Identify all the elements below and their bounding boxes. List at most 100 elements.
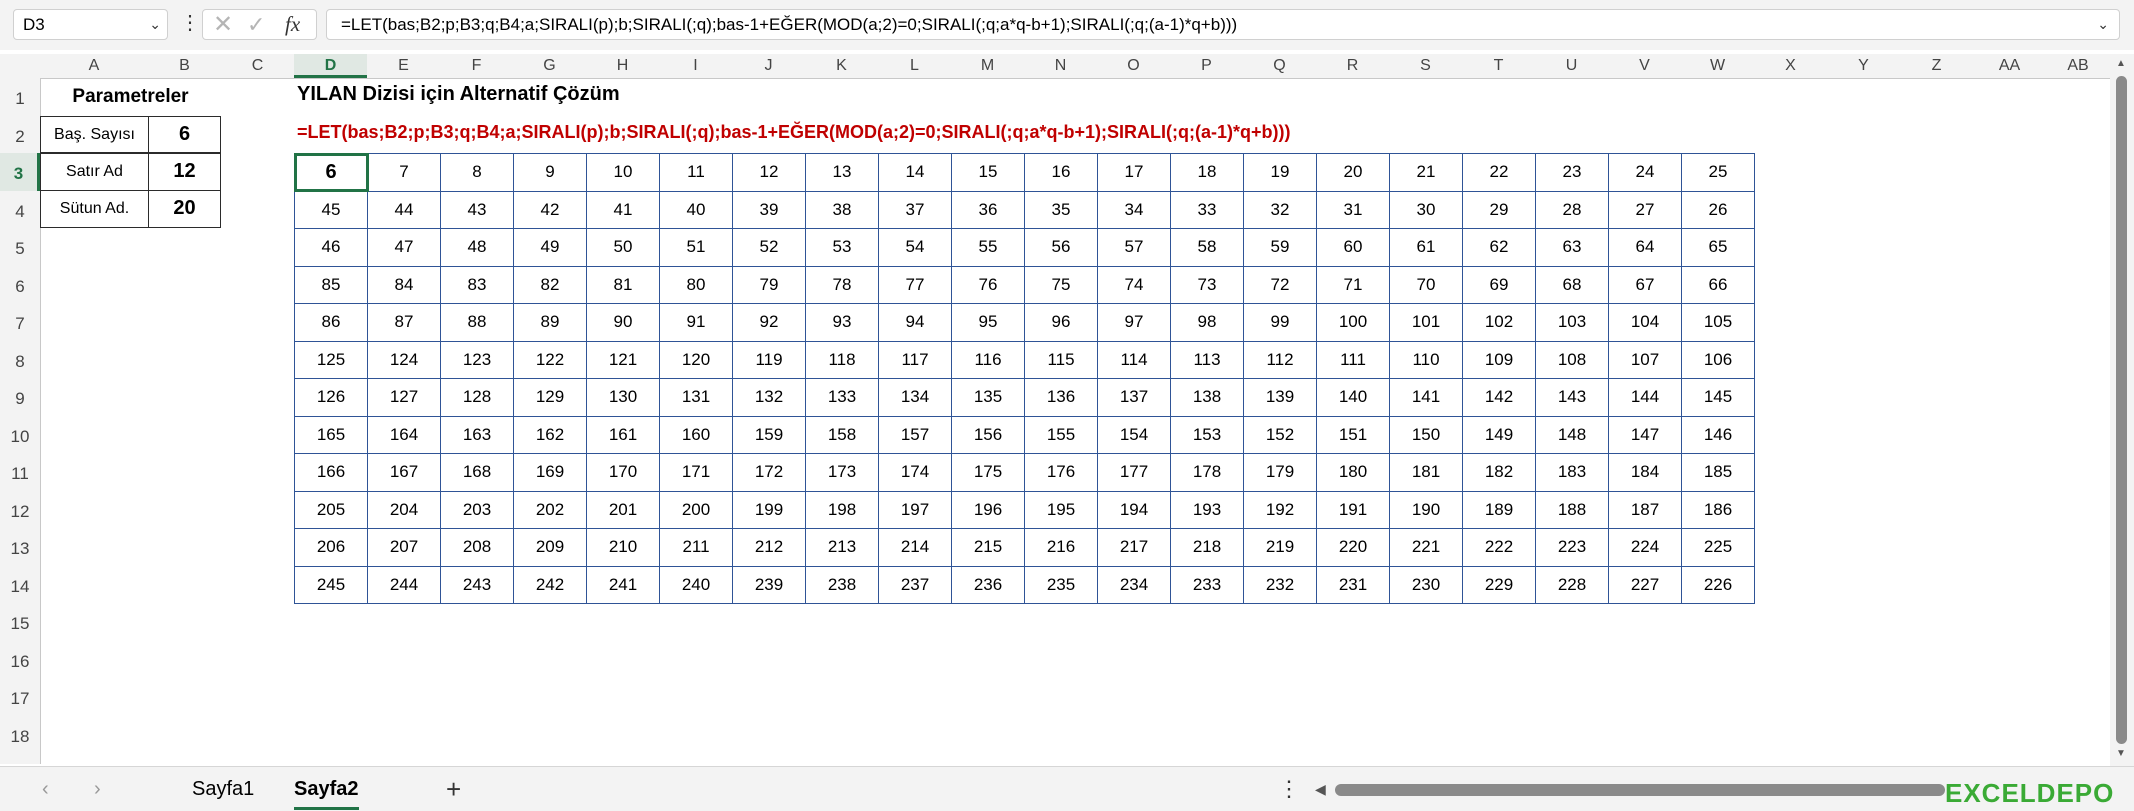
- grid-cell[interactable]: 175: [951, 453, 1025, 492]
- grid-cell[interactable]: 228: [1535, 565, 1609, 604]
- grid-cell[interactable]: 101: [1389, 303, 1463, 342]
- formula-input[interactable]: =LET(bas;B2;p;B3;q;B4;a;SIRALI(p);b;SIRA…: [326, 9, 2120, 40]
- grid-cell[interactable]: 57: [1097, 228, 1171, 267]
- row-header-18[interactable]: 18: [0, 716, 40, 754]
- grid-cell[interactable]: 204: [367, 490, 441, 529]
- column-header-q[interactable]: Q: [1243, 54, 1316, 78]
- column-header-a[interactable]: A: [40, 54, 148, 78]
- grid-cell[interactable]: 165: [294, 415, 368, 454]
- grid-cell[interactable]: 177: [1097, 453, 1171, 492]
- name-box[interactable]: D3 ⌄: [13, 9, 168, 40]
- grid-cell[interactable]: 131: [659, 378, 733, 417]
- grid-cell[interactable]: 176: [1024, 453, 1098, 492]
- column-header-u[interactable]: U: [1535, 54, 1608, 78]
- grid-cell[interactable]: 75: [1024, 265, 1098, 304]
- grid-cell[interactable]: 45: [294, 190, 368, 229]
- grid-cell[interactable]: 62: [1462, 228, 1536, 267]
- grid-cell[interactable]: 184: [1608, 453, 1682, 492]
- grid-cell[interactable]: 64: [1608, 228, 1682, 267]
- grid-cell[interactable]: 39: [732, 190, 806, 229]
- grid-cell[interactable]: 192: [1243, 490, 1317, 529]
- grid-cell[interactable]: 80: [659, 265, 733, 304]
- column-header-g[interactable]: G: [513, 54, 586, 78]
- grid-cell[interactable]: 236: [951, 565, 1025, 604]
- grid-cell[interactable]: 14: [878, 153, 952, 192]
- column-header-h[interactable]: H: [586, 54, 659, 78]
- grid-cell[interactable]: 206: [294, 528, 368, 567]
- param-label-rows[interactable]: Satır Ad: [40, 152, 149, 191]
- grid-cell[interactable]: 110: [1389, 340, 1463, 379]
- grid-cell[interactable]: 230: [1389, 565, 1463, 604]
- grid-cell[interactable]: 215: [951, 528, 1025, 567]
- grid-cell[interactable]: 55: [951, 228, 1025, 267]
- tab-prev-icon[interactable]: ‹: [42, 767, 49, 811]
- tab-sayfa1[interactable]: Sayfa1: [192, 767, 254, 811]
- grid-cell[interactable]: 111: [1316, 340, 1390, 379]
- column-header-b[interactable]: B: [148, 54, 221, 78]
- row-header-3[interactable]: 3: [0, 153, 40, 191]
- grid-cell[interactable]: 207: [367, 528, 441, 567]
- vertical-scroll-thumb[interactable]: [2116, 76, 2127, 744]
- grid-cell[interactable]: 179: [1243, 453, 1317, 492]
- grid-cell[interactable]: 232: [1243, 565, 1317, 604]
- grid-cell[interactable]: 117: [878, 340, 952, 379]
- grid-cell[interactable]: 154: [1097, 415, 1171, 454]
- grid-cell[interactable]: 200: [659, 490, 733, 529]
- row-header-16[interactable]: 16: [0, 641, 40, 679]
- grid-cell[interactable]: 205: [294, 490, 368, 529]
- grid-cell[interactable]: 159: [732, 415, 806, 454]
- grid-cell[interactable]: 6: [293, 152, 369, 192]
- grid-cell[interactable]: 112: [1243, 340, 1317, 379]
- grid-cell[interactable]: 99: [1243, 303, 1317, 342]
- column-header-c[interactable]: C: [221, 54, 294, 78]
- grid-cell[interactable]: 33: [1170, 190, 1244, 229]
- grid-cell[interactable]: 174: [878, 453, 952, 492]
- grid-cell[interactable]: 186: [1681, 490, 1755, 529]
- scroll-up-icon[interactable]: ▲: [2116, 58, 2126, 69]
- grid-cell[interactable]: 182: [1462, 453, 1536, 492]
- grid-cell[interactable]: 128: [440, 378, 514, 417]
- row-header-12[interactable]: 12: [0, 491, 40, 529]
- grid-cell[interactable]: 36: [951, 190, 1025, 229]
- grid-cell[interactable]: 123: [440, 340, 514, 379]
- grid-cell[interactable]: 12: [732, 153, 806, 192]
- grid-cell[interactable]: 71: [1316, 265, 1390, 304]
- row-header-1[interactable]: 1: [0, 78, 40, 116]
- more-options-icon[interactable]: ⋮: [180, 9, 200, 40]
- grid-cell[interactable]: 40: [659, 190, 733, 229]
- grid-cell[interactable]: 10: [586, 153, 660, 192]
- grid-cell[interactable]: 51: [659, 228, 733, 267]
- grid-cell[interactable]: 217: [1097, 528, 1171, 567]
- grid-cell[interactable]: 61: [1389, 228, 1463, 267]
- row-header-10[interactable]: 10: [0, 416, 40, 454]
- grid-cell[interactable]: 44: [367, 190, 441, 229]
- grid-cell[interactable]: 83: [440, 265, 514, 304]
- grid-cell[interactable]: 19: [1243, 153, 1317, 192]
- column-header-w[interactable]: W: [1681, 54, 1754, 78]
- column-header-i[interactable]: I: [659, 54, 732, 78]
- grid-cell[interactable]: 47: [367, 228, 441, 267]
- grid-cell[interactable]: 23: [1535, 153, 1609, 192]
- grid-cell[interactable]: 240: [659, 565, 733, 604]
- grid-cell[interactable]: 158: [805, 415, 879, 454]
- grid-cell[interactable]: 189: [1462, 490, 1536, 529]
- grid-cell[interactable]: 134: [878, 378, 952, 417]
- grid-cell[interactable]: 50: [586, 228, 660, 267]
- grid-cell[interactable]: 53: [805, 228, 879, 267]
- grid-cell[interactable]: 214: [878, 528, 952, 567]
- column-header-e[interactable]: E: [367, 54, 440, 78]
- grid-cell[interactable]: 72: [1243, 265, 1317, 304]
- grid-cell[interactable]: 119: [732, 340, 806, 379]
- grid-cell[interactable]: 121: [586, 340, 660, 379]
- grid-cell[interactable]: 194: [1097, 490, 1171, 529]
- grid-cell[interactable]: 86: [294, 303, 368, 342]
- grid-cell[interactable]: 152: [1243, 415, 1317, 454]
- grid-cell[interactable]: 89: [513, 303, 587, 342]
- grid-cell[interactable]: 173: [805, 453, 879, 492]
- grid-cell[interactable]: 168: [440, 453, 514, 492]
- grid-cell[interactable]: 140: [1316, 378, 1390, 417]
- grid-cell[interactable]: 144: [1608, 378, 1682, 417]
- grid-cell[interactable]: 133: [805, 378, 879, 417]
- row-header-14[interactable]: 14: [0, 566, 40, 604]
- column-header-d[interactable]: D: [294, 54, 367, 78]
